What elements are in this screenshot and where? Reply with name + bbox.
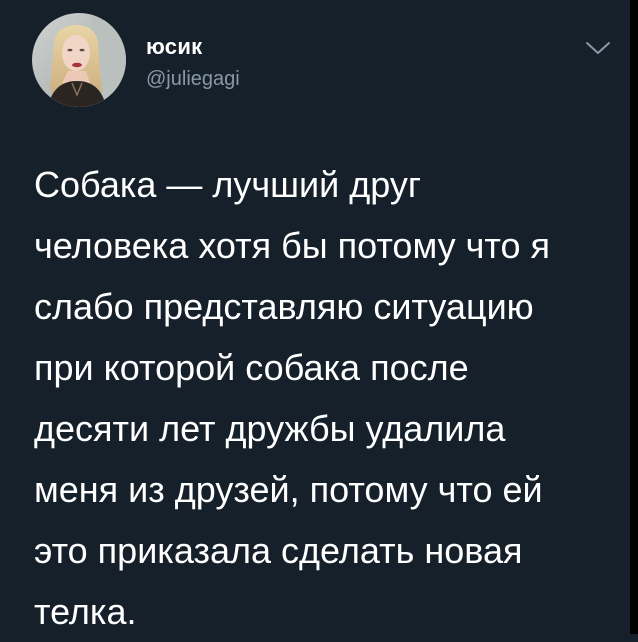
tweet-line: Собака — лучший друг: [34, 164, 422, 205]
chevron-down-icon[interactable]: [583, 36, 613, 60]
tweet-line: десяти лет дружбы удалила: [34, 408, 506, 449]
tweet-text: Собака — лучший друг человека хотя бы по…: [34, 154, 624, 642]
tweet-line: слабо представляю ситуацию: [34, 286, 534, 327]
tweet-card: юсик @juliegagi Собака — лучший друг чел…: [0, 0, 638, 634]
screen-edge: [630, 0, 638, 634]
tweet-line: при которой собака после: [34, 347, 469, 388]
tweet-line: это приказала сделать новая: [34, 530, 523, 571]
tweet-line: человека хотя бы потому что я: [34, 225, 550, 266]
display-name[interactable]: юсик: [146, 34, 202, 60]
profile-photo-icon: [32, 13, 126, 107]
tweet-line: меня из друзей, потому что ей: [34, 469, 543, 510]
user-avatar[interactable]: [32, 13, 126, 107]
tweet-line: телка.: [34, 591, 137, 632]
user-handle[interactable]: @juliegagi: [146, 67, 240, 91]
